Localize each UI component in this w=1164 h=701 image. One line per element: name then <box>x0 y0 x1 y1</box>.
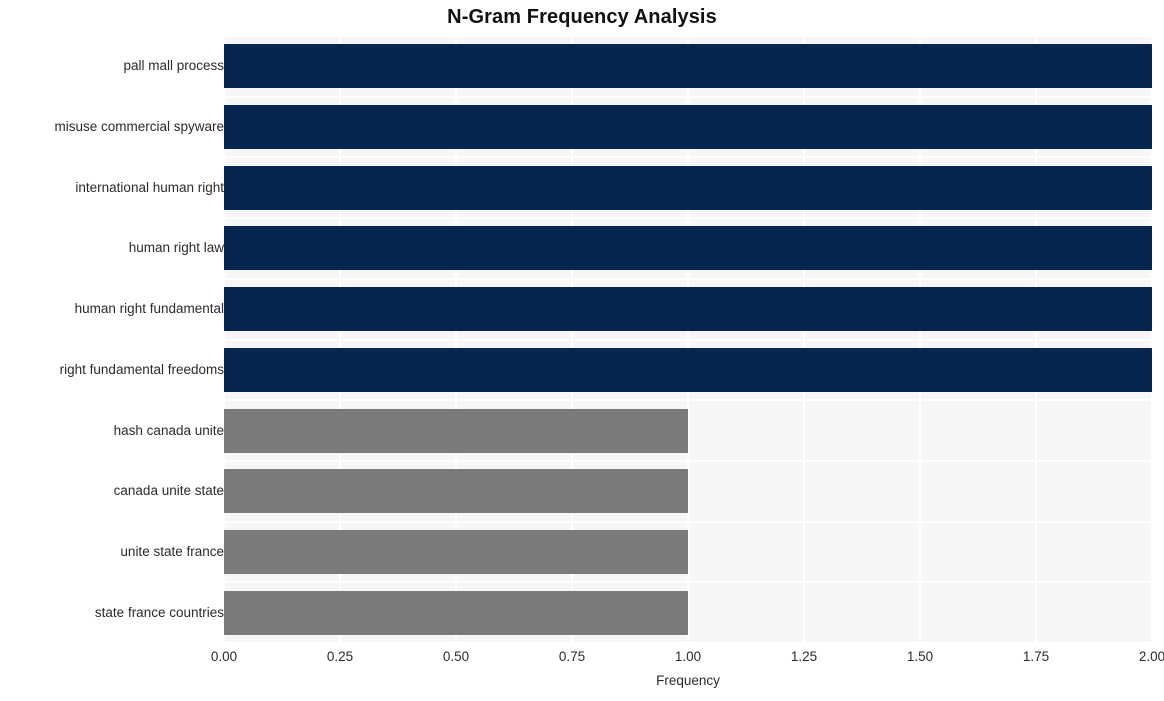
horizontal-gridline <box>224 278 1152 280</box>
x-axis-label: Frequency <box>656 673 720 688</box>
horizontal-gridline <box>224 521 1152 523</box>
bar <box>224 348 1152 392</box>
x-axis-tick-label: 1.25 <box>790 649 818 664</box>
x-axis-tick-label: 1.75 <box>1022 649 1050 664</box>
bar <box>224 530 688 574</box>
x-axis-tick-label: 1.00 <box>674 649 702 664</box>
horizontal-gridline <box>224 460 1152 462</box>
plot-area <box>224 36 1152 643</box>
horizontal-gridline <box>224 36 1152 37</box>
x-axis-tick-label: 0.00 <box>210 649 238 664</box>
y-axis-tick-label: right fundamental freedoms <box>59 362 224 377</box>
bar <box>224 105 1152 149</box>
x-axis-tick-label: 0.75 <box>558 649 586 664</box>
y-axis-tick-label: hash canada unite <box>113 423 224 438</box>
bar <box>224 166 1152 210</box>
horizontal-gridline <box>224 156 1152 158</box>
chart-title: N-Gram Frequency Analysis <box>447 6 717 28</box>
y-axis-tick-label: unite state france <box>120 544 224 559</box>
horizontal-gridline <box>224 96 1152 98</box>
bar <box>224 469 688 513</box>
x-axis-tick-label: 2.00 <box>1138 649 1164 664</box>
y-axis-tick-label: state france countries <box>94 605 224 620</box>
chart-figure: N-Gram Frequency Analysis pall mall proc… <box>0 0 1164 701</box>
y-axis-tick-label: canada unite state <box>113 483 224 498</box>
bar <box>224 287 1152 331</box>
y-axis-tick-labels: pall mall process misuse commercial spywa… <box>0 36 224 643</box>
x-axis-tick-label: 1.50 <box>906 649 934 664</box>
x-axis-tick-label: 0.25 <box>326 649 354 664</box>
y-axis-tick-label: misuse commercial spyware <box>54 119 224 134</box>
bar <box>224 591 688 635</box>
horizontal-gridline <box>224 581 1152 583</box>
bar <box>224 226 1152 270</box>
x-axis-tick-label: 0.50 <box>442 649 470 664</box>
bar <box>224 409 688 453</box>
y-axis-tick-label: human right law <box>128 240 224 255</box>
horizontal-gridline <box>224 642 1152 643</box>
y-axis-tick-label: international human right <box>75 180 224 195</box>
horizontal-gridline <box>224 217 1152 219</box>
horizontal-gridline <box>224 399 1152 401</box>
x-axis-tick-labels: 0.00 0.25 0.50 0.75 1.00 1.25 1.50 1.75 2.00 <box>0 649 1164 669</box>
y-axis-tick-label: human right fundamental <box>74 301 224 316</box>
bar <box>224 44 1152 88</box>
y-axis-tick-label: pall mall process <box>123 58 224 73</box>
horizontal-gridline <box>224 339 1152 341</box>
